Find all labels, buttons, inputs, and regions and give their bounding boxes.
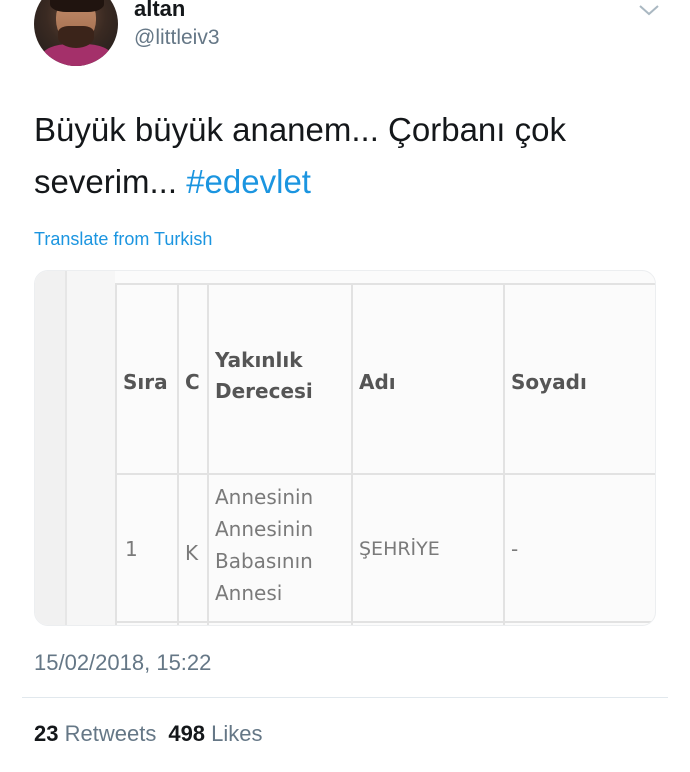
hashtag-link[interactable]: #edevlet — [186, 163, 311, 200]
image-left-margin — [35, 271, 65, 625]
table-cell: Annesinin Annesinin Babasının Annesi — [215, 485, 314, 605]
table-cell: - — [511, 537, 519, 561]
table-header-border — [115, 473, 655, 475]
table-col-line — [503, 285, 505, 625]
user-handle[interactable]: @littleiv3 — [134, 26, 220, 50]
retweets-count: 23 — [34, 721, 59, 746]
table-header: Adı — [359, 370, 396, 394]
engagement-stats: 23 Retweets 498 Likes — [34, 721, 263, 747]
likes-count: 498 — [168, 721, 206, 746]
retweets-label: Retweets — [64, 721, 157, 746]
table-bottom-border — [115, 621, 655, 623]
table-header: Sıra — [123, 370, 168, 394]
retweets-stat[interactable]: 23 Retweets — [34, 721, 156, 746]
table-col-line — [115, 285, 117, 625]
table-header: C — [185, 370, 200, 394]
table-top-border — [115, 283, 655, 285]
display-name[interactable]: altan — [134, 0, 185, 22]
avatar-hair — [50, 0, 104, 12]
likes-stat[interactable]: 498 Likes — [168, 721, 262, 746]
table-col-line — [351, 285, 353, 625]
image-gutter — [67, 271, 115, 625]
translate-link[interactable]: Translate from Turkish — [34, 229, 212, 250]
likes-label: Likes — [211, 721, 263, 746]
table-cell: ŞEHRİYE — [359, 538, 440, 560]
tweet-text: Büyük büyük ananem... Çorbanı çok severi… — [34, 104, 654, 208]
divider — [22, 697, 668, 698]
table-col-line — [207, 285, 209, 625]
table-header: Yakınlık Derecesi — [215, 348, 313, 403]
tweet-timestamp[interactable]: 15/02/2018, 15:22 — [34, 650, 211, 676]
table-cell: 1 — [125, 537, 138, 561]
avatar[interactable] — [34, 0, 118, 66]
tweet-image[interactable]: Sıra C Yakınlık Derecesi Adı Soyadı 1 K … — [34, 270, 656, 626]
avatar-beard — [58, 26, 94, 48]
table-header: Soyadı — [511, 370, 587, 394]
table-col-line — [177, 285, 179, 625]
table-cell: K — [185, 541, 199, 565]
chevron-down-icon[interactable] — [638, 2, 660, 18]
